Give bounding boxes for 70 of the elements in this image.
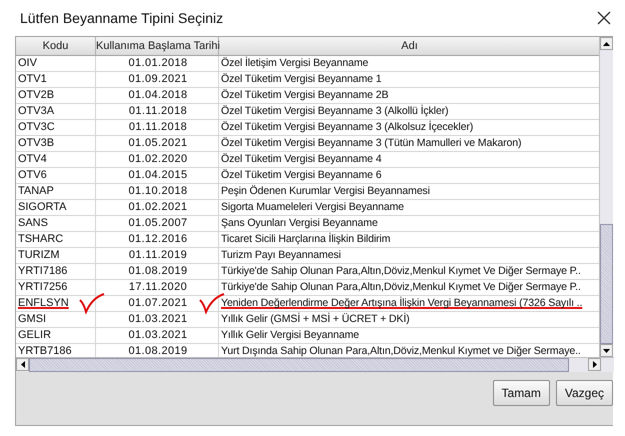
table-cell: Özel Tüketim Vergisi Beyanname 3 (Alkollü İçkler) — [221, 105, 448, 117]
table-cell: OTV6 — [18, 169, 47, 181]
table-cell: 01.02.2021 — [128, 201, 188, 213]
table-cell: OTV4 — [18, 153, 47, 165]
table-cell: 01.10.2018 — [128, 185, 188, 197]
table-cell: 01.03.2021 — [128, 313, 188, 325]
table-cell: SIGORTA — [18, 201, 66, 213]
table-cell: 01.04.2015 — [128, 169, 188, 181]
table-cell: Özel Tüketim Vergisi Beyanname 1 — [221, 73, 382, 85]
table-cell: Özel Tüketim Vergisi Beyanname 2B — [221, 89, 388, 101]
table-cell: YRTB7186 — [18, 345, 72, 357]
table-cell: 01.05.2021 — [128, 137, 188, 149]
table-cell: Türkiye'de Sahip Olunan Para,Altın,Döviz,Menkul Kıymet Ve Diğer Sermaye P.. — [221, 281, 581, 293]
table-cell: 01.11.2018 — [128, 121, 188, 133]
table-cell: TURIZM — [18, 249, 60, 261]
scroll-left-icon[interactable] — [16, 358, 29, 371]
table-cell: Yıllık Gelir (GMSİ + MSİ + ÜCRET + DKİ) — [221, 313, 410, 325]
column-header[interactable]: Kullanıma Başlama Tarihi — [96, 37, 219, 55]
table-cell: 01.08.2019 — [128, 265, 188, 277]
table-cell: TANAP — [18, 185, 54, 197]
table-cell: 17.11.2020 — [128, 281, 188, 293]
table-cell: SANS — [18, 217, 48, 229]
table-cell: OTV1 — [18, 73, 47, 85]
table-cell: 01.02.2020 — [128, 153, 188, 165]
scrollbar-thumb[interactable] — [29, 358, 569, 372]
table-cell: OTV3C — [18, 121, 55, 133]
table-cell: Yıllık Gelir Vergisi Beyanname — [221, 329, 359, 341]
ok-button[interactable]: Tamam — [492, 380, 550, 406]
table-cell: TSHARC — [18, 233, 64, 245]
table-cell: Özel İletişim Vergisi Beyanname — [221, 57, 368, 69]
table-cell: GELIR — [18, 329, 52, 341]
table-cell: GMSI — [18, 313, 46, 325]
scroll-down-icon[interactable] — [600, 344, 613, 357]
table-cell: Ticaret Sicili Harçlarına İlişkin Bildirim — [221, 233, 390, 245]
close-icon[interactable] — [595, 9, 613, 27]
cancel-button[interactable]: Vazgeç — [556, 380, 613, 406]
table-cell: Türkiye'de Sahip Olunan Para,Altın,Döviz,Menkul Kıymet Ve Diğer Sermaye P.. — [221, 265, 581, 277]
table-cell: YRTI7186 — [18, 265, 68, 277]
table-cell: 01.11.2018 — [128, 105, 188, 117]
table-cell: Özel Tüketim Vergisi Beyanname 3 (Alkolsuz İçecekler) — [221, 121, 474, 133]
table-cell: Şans Oyunları Vergisi Beyanname — [221, 217, 378, 229]
table-cell: Turizm Payı Beyannamesi — [221, 249, 341, 261]
table-cell: 01.12.2016 — [128, 233, 188, 245]
table-cell: OIV — [18, 57, 37, 69]
table-cell: YRTI7256 — [18, 281, 68, 293]
table-cell: Özel Tüketim Vergisi Beyanname 6 — [221, 169, 382, 181]
check-mark — [78, 292, 106, 314]
scroll-up-icon[interactable] — [600, 37, 613, 50]
table-cell: OTV3B — [18, 137, 54, 149]
table-cell: Yurt Dışında Sahip Olunan Para,Altın,Döviz,Menkul Kıymet ve Diğer Sermaye.. — [221, 345, 581, 357]
table-cell: Özel Tüketim Vergisi Beyanname 3 (Tütün Mamulleri ve Makaron) — [221, 137, 522, 149]
table-cell: 01.01.2018 — [128, 57, 188, 69]
table-cell: 01.09.2021 — [128, 73, 188, 85]
table-cell: Sigorta Muameleleri Vergisi Beyanname — [221, 201, 404, 213]
table-cell: 01.11.2019 — [128, 249, 188, 261]
scroll-right-icon[interactable] — [588, 358, 601, 371]
table-cell: Yeniden Değerlendirme Değer Artışına İlişkin Vergi Beyannamesi (7326 Sayılı .. — [221, 297, 582, 309]
table-cell: Peşin Ödenen Kurumlar Vergisi Beyannamesi — [221, 185, 430, 197]
table-cell: 01.08.2019 — [128, 345, 188, 357]
table-cell: OTV2B — [18, 89, 54, 101]
table-cell: 01.05.2007 — [128, 217, 188, 229]
table-cell: OTV3A — [18, 105, 54, 117]
table-cell: ENFLSYN — [18, 297, 69, 309]
scrollbar-thumb[interactable] — [600, 224, 613, 344]
window-title: Lütfen Beyanname Tipini Seçiniz — [20, 10, 224, 26]
column-header[interactable]: Kodu — [16, 37, 96, 55]
table-cell: Özel Tüketim Vergisi Beyanname 4 — [221, 153, 382, 165]
table-cell: 01.04.2018 — [128, 89, 188, 101]
table-cell: 01.07.2021 — [128, 297, 188, 309]
table-cell: 01.03.2021 — [128, 329, 188, 341]
